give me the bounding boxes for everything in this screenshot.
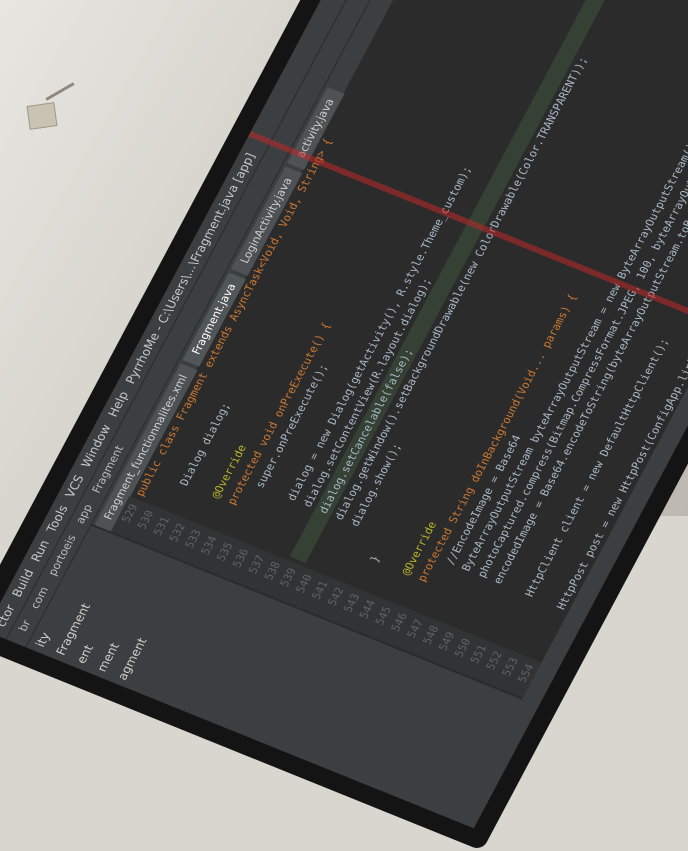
line-number: 562 xyxy=(642,713,664,736)
breadcrumb-item[interactable]: br xyxy=(16,618,34,633)
line-number: 560 xyxy=(610,700,632,724)
line-number: 559 xyxy=(594,694,617,717)
line-number: 563 xyxy=(657,719,680,743)
line-number: 561 xyxy=(626,707,648,730)
line-number: 557 xyxy=(562,681,585,704)
line-number: 558 xyxy=(578,687,601,711)
wall-outlet xyxy=(26,102,58,130)
